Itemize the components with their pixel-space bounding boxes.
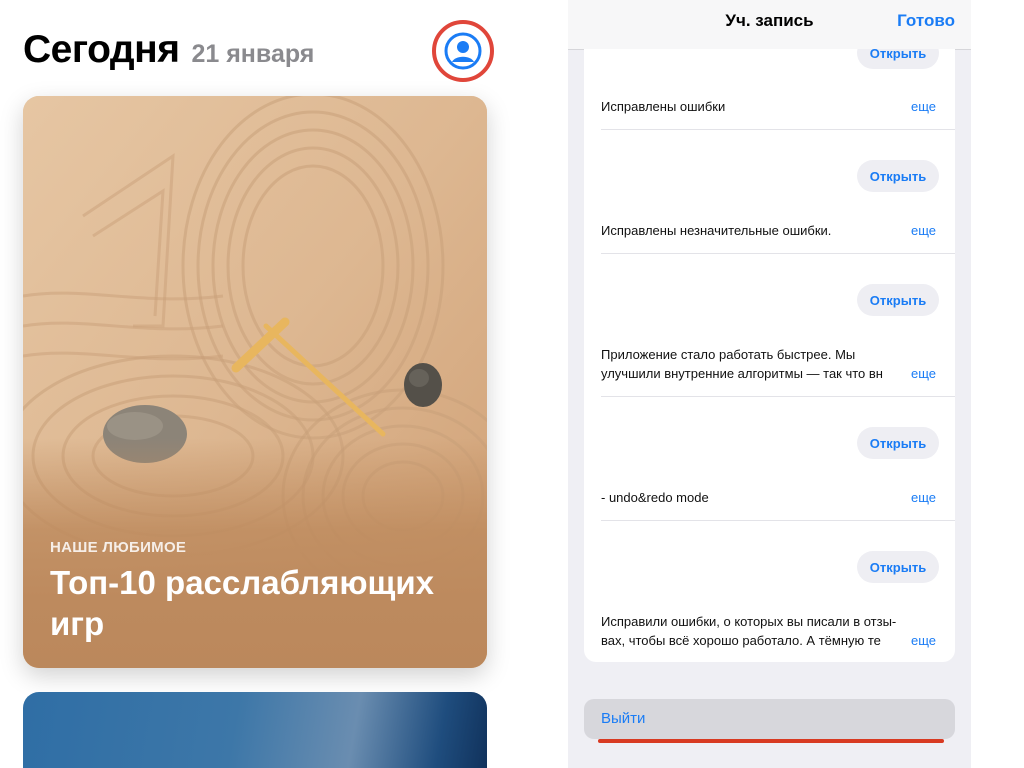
row-separator: [601, 396, 955, 397]
more-link[interactable]: еще: [911, 223, 936, 238]
page-title: Сегодня: [23, 28, 180, 71]
logout-button[interactable]: Выйти: [584, 699, 955, 739]
done-button[interactable]: Готово: [897, 11, 955, 31]
featured-story-card[interactable]: НАШЕ ЛЮБИМОЕ Топ-10 расслабляющих игр: [23, 96, 487, 668]
card-eyebrow: НАШЕ ЛЮБИМОЕ: [50, 539, 187, 556]
open-button[interactable]: Открыть: [857, 551, 939, 583]
person-circle-icon: [444, 32, 482, 70]
row-separator: [601, 253, 955, 254]
highlight-underline: [598, 739, 944, 743]
more-link[interactable]: еще: [911, 366, 936, 381]
account-sheet: Уч. запись Готово Открыть Исправлены оши…: [568, 0, 971, 768]
today-date: 21 января: [191, 40, 315, 68]
today-header: Сегодня 21 января: [23, 28, 314, 78]
update-notes: Исправлены ошибки: [601, 99, 726, 114]
open-button[interactable]: Открыть: [857, 284, 939, 316]
more-link[interactable]: еще: [911, 99, 936, 114]
update-notes: Исправлены незначительные ошибки.: [601, 223, 832, 238]
row-separator: [601, 520, 955, 521]
update-notes: Исправили ошибки, о которых вы писали в …: [601, 614, 897, 648]
row-separator: [601, 129, 955, 130]
open-button[interactable]: Открыть: [857, 49, 939, 69]
card-title: Топ-10 расслабляющих игр: [50, 564, 435, 642]
today-screen: Сегодня 21 января НАШЕ ЛЮБИМОЕ Топ-10 ра…: [0, 0, 512, 768]
updates-list: Открыть Исправлены ошибки еще Открыть Ис…: [584, 49, 955, 662]
open-button[interactable]: Открыть: [857, 427, 939, 459]
more-link[interactable]: еще: [911, 633, 936, 648]
logout-label: Выйти: [601, 710, 646, 727]
next-story-card[interactable]: [23, 692, 487, 768]
account-button[interactable]: [432, 20, 494, 82]
navigation-bar: Уч. запись Готово: [568, 0, 971, 50]
more-link[interactable]: еще: [911, 490, 936, 505]
update-notes: Приложение стало работать быстрее. Мы ул…: [601, 347, 883, 381]
update-notes: - undo&redo mode: [601, 490, 709, 505]
open-button[interactable]: Открыть: [857, 160, 939, 192]
